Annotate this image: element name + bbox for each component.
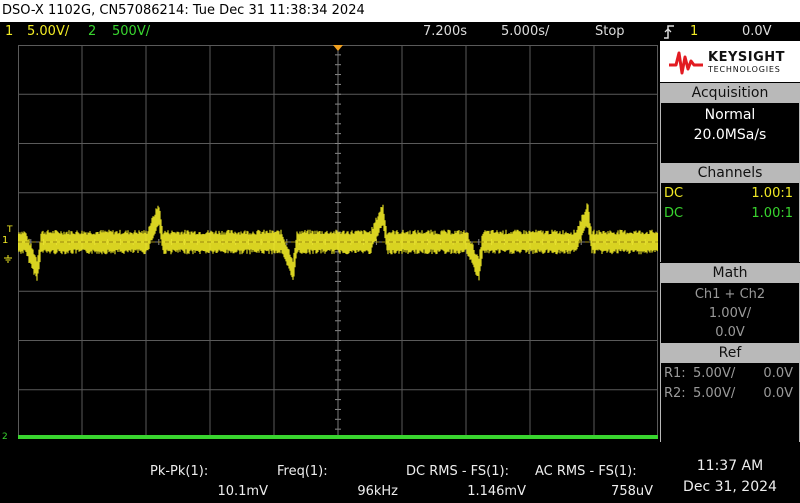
- ref-r2-name: R2:: [664, 386, 686, 401]
- channel-row-2[interactable]: DC 1.00:1: [661, 204, 799, 224]
- run-state[interactable]: Stop: [595, 22, 625, 41]
- ref-r1-offset: 0.0V: [763, 366, 793, 381]
- ch1-probe: 1.00:1: [751, 186, 793, 201]
- ch2-number[interactable]: 2: [88, 22, 96, 41]
- measurement-value-freq: 96kHz: [357, 484, 398, 499]
- acquisition-section[interactable]: Acquisition Normal 20.0MSa/s: [660, 83, 800, 163]
- math-section[interactable]: Math Ch1 + Ch2 1.00V/ 0.0V: [660, 263, 800, 343]
- ch1-scale[interactable]: 5.00V/: [27, 22, 69, 41]
- trigger-level[interactable]: 0.0V: [742, 22, 772, 41]
- trigger-position-marker: [333, 45, 343, 51]
- math-offset: 0.0V: [715, 325, 745, 340]
- scope-graticule[interactable]: [18, 45, 658, 439]
- measurement-bar: Pk-Pk(1): 10.1mV Freq(1): 96kHz DC RMS -…: [0, 446, 800, 503]
- ref-r1-scale: 5.00V/: [693, 366, 736, 381]
- keysight-logo: KEYSIGHT TECHNOLOGIES: [660, 41, 800, 82]
- math-function: Ch1 + Ch2: [694, 287, 766, 302]
- ch2-ground-marker[interactable]: 2: [2, 432, 8, 442]
- clock-time: 11:37 AM: [696, 458, 764, 474]
- time-scale[interactable]: 5.000s/: [501, 22, 549, 41]
- clock: 11:37 AM Dec 31, 2024: [660, 446, 800, 503]
- ch1-number[interactable]: 1: [5, 22, 13, 41]
- math-header[interactable]: Math: [660, 263, 800, 283]
- measurement-value-dcrms: 1.146mV: [467, 484, 526, 499]
- sample-rate: 20.0MSa/s: [693, 127, 767, 143]
- ref-row-r2[interactable]: R2: 5.00V/ 0.0V: [661, 384, 799, 404]
- ch2-coupling: DC: [664, 206, 684, 221]
- ref-row-r1[interactable]: R1: 5.00V/ 0.0V: [661, 364, 799, 384]
- logo-line1: KEYSIGHT: [708, 50, 785, 65]
- ref-r2-scale: 5.00V/: [693, 386, 736, 401]
- measurement-value-acrms: 758uV: [611, 484, 653, 499]
- ch2-scale[interactable]: 500V/: [112, 22, 150, 41]
- ch2-probe: 1.00:1: [751, 206, 793, 221]
- time-offset[interactable]: 7.200s: [423, 22, 467, 41]
- ref-header[interactable]: Ref: [660, 343, 800, 363]
- title-bar: DSO-X 1102G, CN57086214: Tue Dec 31 11:3…: [0, 0, 800, 22]
- acquisition-header[interactable]: Acquisition: [660, 83, 800, 103]
- ch1-coupling: DC: [664, 186, 684, 201]
- ref-section[interactable]: Ref R1: 5.00V/ 0.0V R2: 5.00V/ 0.0V: [660, 343, 800, 442]
- measurement-value-pkpk: 10.1mV: [217, 484, 268, 499]
- status-bar: 1 5.00V/ 2 500V/ 7.200s 5.000s/ Stop 1 0…: [0, 22, 800, 41]
- measurement-label-freq[interactable]: Freq(1):: [277, 464, 328, 479]
- clock-date: Dec 31, 2024: [683, 479, 777, 495]
- acquisition-mode: Normal: [704, 107, 756, 123]
- channel-row-1[interactable]: DC 1.00:1: [661, 184, 799, 204]
- ref-r2-offset: 0.0V: [763, 386, 793, 401]
- ch1-ground-marker[interactable]: 1: [2, 235, 8, 246]
- logo-line2: TECHNOLOGIES: [708, 65, 781, 74]
- channels-section[interactable]: Channels DC 1.00:1 DC 1.00:1: [660, 163, 800, 262]
- measurement-label-acrms[interactable]: AC RMS - FS(1):: [535, 464, 637, 479]
- math-scale: 1.00V/: [708, 306, 752, 321]
- keysight-wave-icon: [669, 51, 703, 75]
- ch2-waveform: [18, 435, 658, 439]
- measurement-label-pkpk[interactable]: Pk-Pk(1):: [150, 464, 208, 479]
- trigger-level-marker[interactable]: T: [7, 225, 13, 235]
- side-panel: KEYSIGHT TECHNOLOGIES Acquisition Normal…: [660, 41, 800, 444]
- title-text: DSO-X 1102G, CN57086214: Tue Dec 31 11:3…: [2, 3, 365, 18]
- waveform-display[interactable]: [18, 45, 658, 439]
- channels-header[interactable]: Channels: [660, 163, 800, 183]
- ref-r1-name: R1:: [664, 366, 686, 381]
- channel-markers: T 1 2: [0, 41, 18, 446]
- measurement-label-dcrms[interactable]: DC RMS - FS(1):: [406, 464, 509, 479]
- trigger-channel[interactable]: 1: [690, 22, 698, 41]
- ground-icon: [3, 248, 13, 267]
